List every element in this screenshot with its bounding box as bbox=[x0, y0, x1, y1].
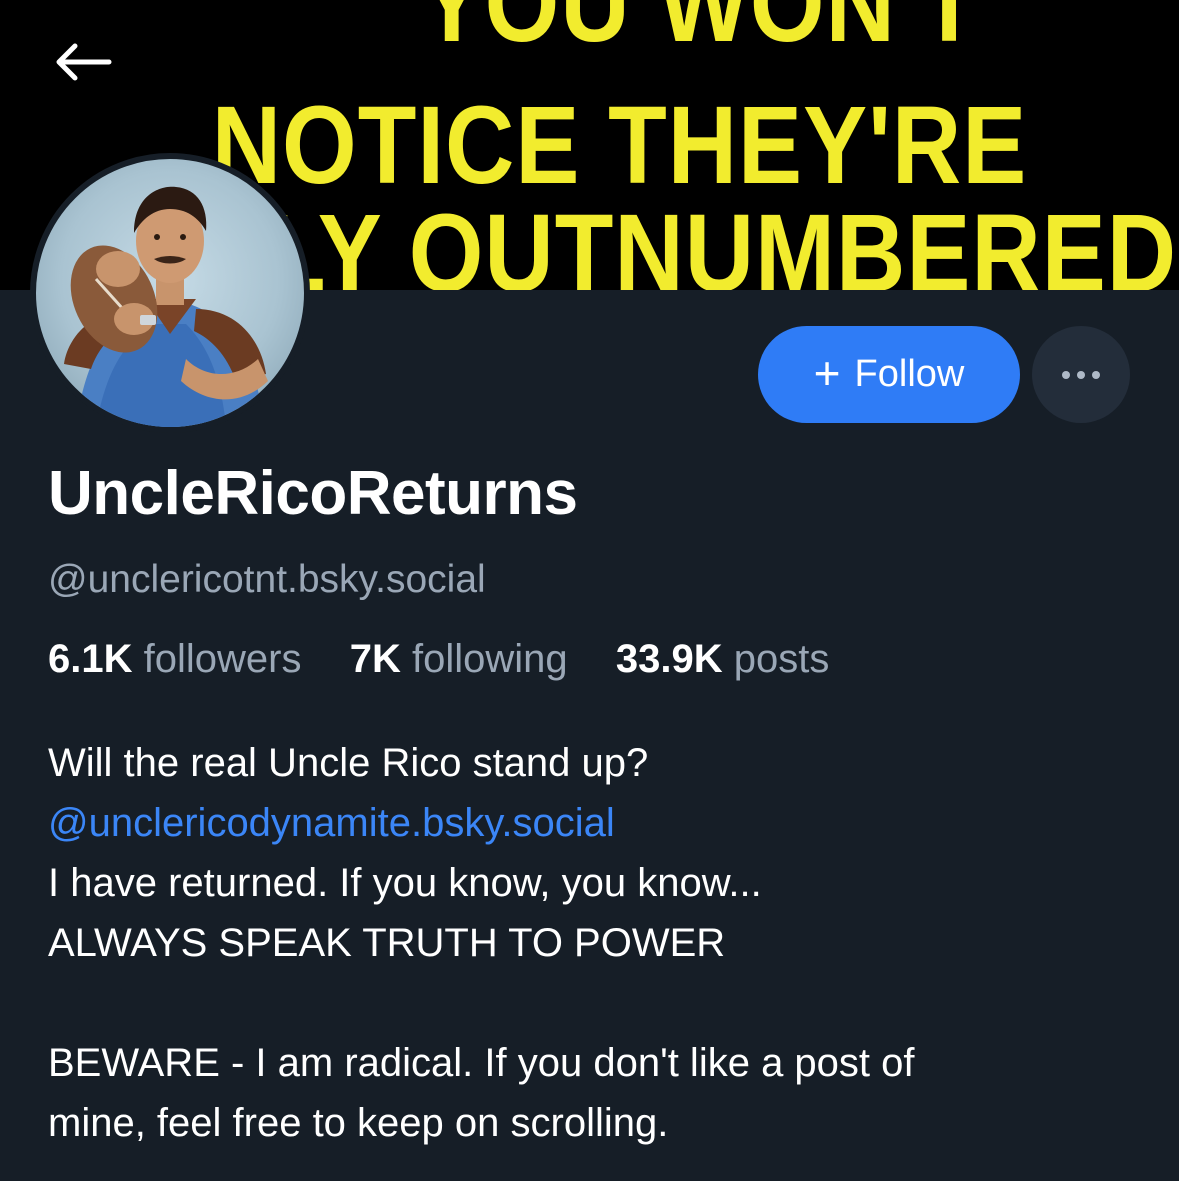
following-count: 7K bbox=[349, 637, 401, 681]
profile-handle: @unclericotnt.bsky.social bbox=[48, 558, 486, 601]
following-stat[interactable]: 7K following bbox=[350, 637, 579, 681]
profile-stats: 6.1K followers 7K following 33.9K posts bbox=[48, 637, 829, 682]
followers-label: followers bbox=[143, 637, 302, 681]
avatar-photo bbox=[64, 186, 268, 427]
posts-count: 33.9K bbox=[615, 637, 723, 681]
bio-mention-link[interactable]: @unclericodynamite.bsky.social bbox=[48, 793, 1148, 853]
bio-line: Will the real Uncle Rico stand up? bbox=[48, 741, 649, 785]
posts-label: posts bbox=[733, 637, 830, 681]
followers-stat[interactable]: 6.1K followers bbox=[48, 637, 313, 681]
plus-icon: + bbox=[813, 346, 841, 399]
more-options-button[interactable] bbox=[1032, 326, 1130, 423]
bio-spacer bbox=[48, 973, 1148, 1033]
avatar[interactable] bbox=[30, 153, 310, 433]
followers-count: 6.1K bbox=[48, 637, 133, 681]
bio-line: BEWARE - I am radical. If you don't like… bbox=[48, 1041, 915, 1085]
arrow-left-icon bbox=[56, 43, 112, 81]
banner-text-line-1: YOU WON'T bbox=[419, 0, 980, 65]
bio-line: I have returned. If you know, you know..… bbox=[48, 861, 762, 905]
posts-stat: 33.9K posts bbox=[616, 637, 829, 681]
bio-line: mine, feel free to keep on scrolling. bbox=[48, 1101, 669, 1145]
following-label: following bbox=[411, 637, 568, 681]
ellipsis-icon bbox=[1062, 370, 1100, 379]
follow-button[interactable]: + Follow bbox=[758, 326, 1020, 423]
follow-label: Follow bbox=[854, 353, 965, 395]
profile-bio: Will the real Uncle Rico stand up? @uncl… bbox=[48, 733, 1148, 1153]
back-button[interactable] bbox=[44, 30, 122, 94]
display-name: UncleRicoReturns bbox=[48, 459, 578, 528]
bio-line: ALWAYS SPEAK TRUTH TO POWER bbox=[48, 921, 726, 965]
